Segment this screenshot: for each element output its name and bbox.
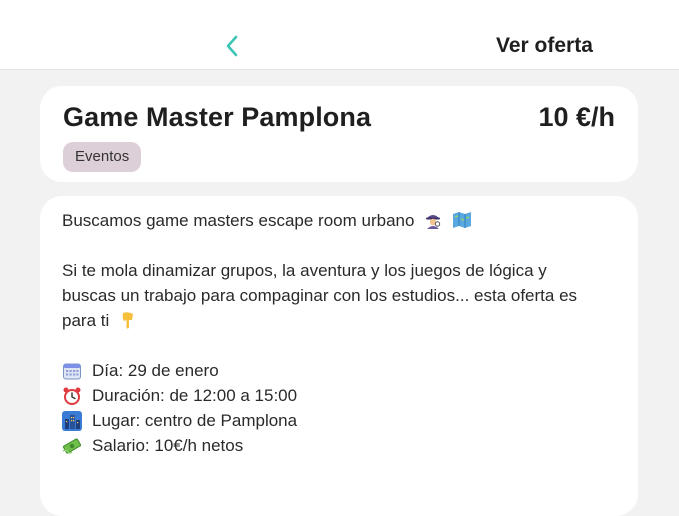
detail-salary: Salario: 10€/h netos [62,433,622,458]
pitch-text: para ti [62,311,110,330]
detail-salary-text: Salario: 10€/h netos [92,436,244,455]
offer-description: Buscamos game masters escape room urbano… [62,208,622,458]
offer-header-card: Game Master Pamplona 10 €/h Eventos [40,86,638,182]
detail-location: Lugar: centro de Pamplona [62,408,622,433]
pitch-line-3: para ti [62,308,622,333]
map-icon [452,212,471,228]
pitch-line-1: Si te mola dinamizar grupos, la aventura… [62,261,547,280]
pitch-line-2: buscas un trabajo para compaginar con lo… [62,286,578,305]
detail-date: Día: 29 de enero [62,358,622,383]
back-button[interactable] [220,32,248,60]
page-title: Ver oferta [496,34,593,57]
detective-icon [426,215,441,229]
calendar-icon [63,363,81,379]
alarm-clock-icon [63,387,81,405]
detail-date-text: Día: 29 de enero [92,361,219,380]
category-tag: Eventos [63,142,142,172]
intro-line: Buscamos game masters escape room urbano [62,208,622,233]
top-bar: Ver oferta [0,0,679,70]
detail-location-text: Lugar: centro de Pamplona [92,411,298,430]
city-icon [62,410,82,431]
detail-duration-text: Duración: de 12:00 a 15:00 [92,386,298,405]
intro-text: Buscamos game masters escape room urbano [62,211,415,230]
chevron-left-icon [226,35,238,57]
pointing-down-icon [122,312,133,329]
money-icon [62,437,82,454]
offer-price: 10 €/h [538,102,615,132]
offer-description-card: Buscamos game masters escape room urbano… [40,196,638,516]
offer-title: Game Master Pamplona [63,102,372,132]
detail-duration: Duración: de 12:00 a 15:00 [62,383,622,408]
